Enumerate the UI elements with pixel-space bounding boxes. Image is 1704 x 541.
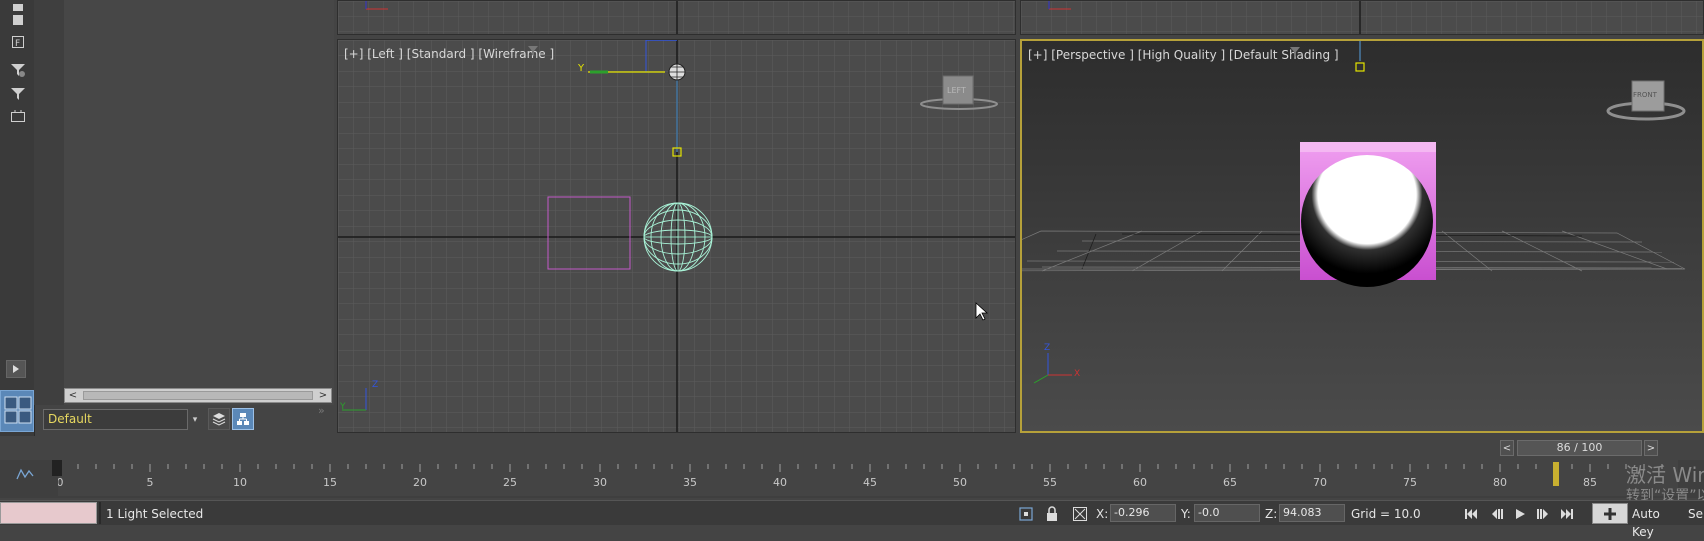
timeline-ruler[interactable]: 0 5 10 15 20 25 30 35 40 45 50 55 60 65 70 75 80 85 — [58, 460, 1678, 496]
timeline-tick-label: 5 — [147, 476, 154, 489]
time-slider[interactable]: 86 / 100 — [1517, 440, 1642, 456]
axis-label-x: X — [1074, 369, 1081, 379]
layer-manager-button[interactable] — [208, 408, 230, 430]
timeline-tick-label: 65 — [1223, 476, 1237, 489]
command-strip: F — [0, 0, 35, 436]
scroll-right-button[interactable]: > — [315, 389, 331, 402]
viewport-label[interactable]: [+] [Left ] [Standard ] [Wireframe ] — [344, 47, 554, 61]
cursor-icon — [975, 302, 989, 321]
scroll-thumb[interactable] — [83, 391, 313, 400]
timeline-tick-label: 25 — [503, 476, 517, 489]
timeline-tick-label: 50 — [953, 476, 967, 489]
timeline-tick-label: 35 — [683, 476, 697, 489]
set-key-icon[interactable] — [1592, 503, 1628, 524]
viewport-top[interactable] — [337, 0, 1016, 35]
viewport-front[interactable] — [1020, 0, 1704, 35]
viewport-filter-icon[interactable] — [1289, 46, 1301, 58]
previous-frame-icon[interactable] — [1488, 506, 1504, 522]
time-slider-next-button[interactable]: > — [1644, 440, 1658, 456]
timeline-start-marker — [52, 460, 62, 476]
hierarchy-icon — [237, 413, 249, 425]
play-icon[interactable] — [6, 360, 26, 378]
viewport-filter-icon[interactable] — [527, 45, 539, 57]
axis-label-z: Z — [1044, 343, 1051, 353]
scroll-left-button[interactable]: < — [65, 389, 81, 402]
viewport-layout-button[interactable] — [0, 390, 34, 432]
layer-dropdown[interactable]: Default — [43, 409, 188, 430]
timeline-tick-label: 0 — [58, 476, 64, 489]
command-panel-scrollbar[interactable]: < > — [64, 388, 332, 403]
z-label: Z: — [1265, 507, 1278, 521]
activation-watermark: 激活 Wir — [1626, 463, 1704, 487]
next-frame-icon[interactable] — [1535, 506, 1551, 522]
timeline-tick-label: 60 — [1133, 476, 1147, 489]
y-label: Y: — [1181, 507, 1191, 521]
axis-label-z: Z — [372, 380, 379, 390]
timeline-tick-label: 75 — [1403, 476, 1417, 489]
timeline-tick-label: 80 — [1493, 476, 1507, 489]
curve-editor-icon[interactable] — [16, 468, 34, 480]
x-label: X: — [1096, 507, 1109, 521]
viewcube-label[interactable]: FRONT — [1633, 91, 1657, 99]
layers-icon — [212, 413, 226, 426]
z-coordinate-field[interactable]: 94.083 — [1279, 504, 1345, 522]
perspective-scene — [1022, 41, 1686, 384]
maxscript-listener[interactable] — [0, 502, 97, 524]
go-to-start-icon[interactable] — [1463, 506, 1479, 522]
timeline-tick-label: 15 — [323, 476, 337, 489]
time-slider-prev-button[interactable]: < — [1500, 440, 1514, 456]
left-viewport-scene — [338, 40, 1015, 432]
timeline-tick-label: 20 — [413, 476, 427, 489]
front-viewport-grid — [1021, 1, 1703, 34]
funnel-icon[interactable] — [10, 86, 26, 102]
x-coordinate-field[interactable]: -0.296 — [1110, 504, 1176, 522]
current-frame-marker[interactable] — [1553, 462, 1559, 486]
timeline-tick-label: 55 — [1043, 476, 1057, 489]
viewport-left[interactable]: [+] [Left ] [Standard ] [Wireframe ] Y Z… — [337, 39, 1016, 433]
axis-label-y: Y — [340, 402, 346, 412]
svg-text:F: F — [15, 39, 20, 49]
timeline-tick-label: 85 — [1583, 476, 1597, 489]
grid-size: Grid = 10.0 — [1351, 507, 1421, 521]
viewport-layout-icon — [4, 396, 32, 424]
status-divider — [99, 502, 101, 524]
lock-icon[interactable] — [1045, 506, 1059, 522]
viewport-perspective[interactable]: [+] [Perspective ] [High Quality ] [Defa… — [1020, 39, 1704, 433]
timeline-tick-label: 10 — [233, 476, 247, 489]
timeline-tick-label: 40 — [773, 476, 787, 489]
panel-expand-icon[interactable]: » — [318, 404, 325, 417]
square-icon[interactable] — [10, 12, 26, 28]
scene-explorer-button[interactable] — [232, 408, 254, 430]
gizmo-axis-label: Y — [578, 63, 585, 74]
play-icon[interactable] — [1512, 506, 1528, 522]
timeline-ticks: 0 5 10 15 20 25 30 35 40 45 50 55 60 65 70 75 80 85 — [58, 464, 1663, 489]
absolute-mode-icon[interactable] — [1072, 506, 1088, 522]
y-coordinate-field[interactable]: -0.0 — [1194, 504, 1260, 522]
viewcube-label[interactable]: LEFT — [947, 86, 966, 95]
isolate-selection-icon[interactable] — [1018, 506, 1034, 522]
top-viewport-grid — [338, 1, 1015, 34]
timeline-tick-label: 30 — [593, 476, 607, 489]
set-key-button[interactable]: Se — [1688, 505, 1704, 523]
chevron-down-icon[interactable]: ▾ — [188, 409, 202, 430]
status-bar — [0, 500, 1704, 525]
selection-status: 1 Light Selected — [106, 507, 204, 521]
panel-divider — [34, 0, 65, 405]
script-icon[interactable]: F — [10, 34, 26, 50]
auto-key-button[interactable]: Auto Key — [1632, 505, 1684, 539]
funnel-clock-icon[interactable] — [10, 62, 26, 78]
timeline-tick-label: 45 — [863, 476, 877, 489]
film-strip-icon[interactable] — [10, 108, 26, 124]
go-to-end-icon[interactable] — [1559, 506, 1575, 522]
timeline-tick-label: 70 — [1313, 476, 1327, 489]
command-panel — [64, 0, 334, 405]
